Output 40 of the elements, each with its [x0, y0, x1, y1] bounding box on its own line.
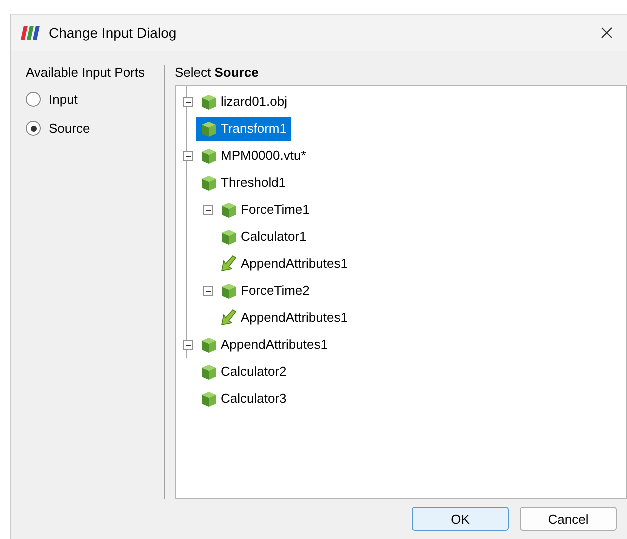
radio-button[interactable] — [26, 92, 41, 107]
collapse-icon[interactable] — [183, 96, 193, 106]
tree-item[interactable]: AppendAttributes1 — [216, 252, 352, 276]
collapse-icon[interactable] — [183, 150, 193, 160]
tree-item[interactable]: MPM0000.vtu* — [196, 144, 310, 168]
tree-item[interactable]: AppendAttributes1 — [216, 306, 352, 330]
tree-item[interactable]: ForceTime2 — [216, 278, 314, 302]
arrow-icon — [220, 254, 238, 272]
tree-heading: Select Source — [175, 65, 260, 82]
tree-item[interactable]: lizard01.obj — [196, 90, 292, 114]
collapse-icon[interactable] — [203, 286, 213, 296]
ports-label: Available Input Ports — [26, 65, 146, 82]
collapse-icon[interactable] — [183, 340, 193, 350]
cube-icon — [200, 120, 218, 138]
radio-label[interactable]: Input — [49, 92, 78, 107]
tree-item[interactable]: Calculator1 — [216, 224, 311, 248]
radio-label[interactable]: Source — [49, 121, 90, 136]
dialog-button[interactable]: Cancel — [520, 507, 617, 531]
window-title: Change Input Dialog — [49, 25, 178, 41]
cube-icon — [220, 282, 238, 300]
cube-icon — [200, 174, 218, 192]
dialog-button[interactable]: OK — [412, 507, 509, 531]
cube-icon — [200, 390, 218, 408]
tree-item[interactable]: Calculator3 — [196, 386, 291, 410]
cube-icon — [200, 362, 218, 380]
tree-item[interactable]: Calculator2 — [196, 360, 291, 384]
tree-item[interactable]: Transform1 — [196, 116, 291, 140]
cube-icon — [200, 146, 218, 164]
arrow-icon — [220, 308, 238, 326]
cube-icon — [200, 92, 218, 110]
cube-icon — [220, 200, 238, 218]
cube-icon — [220, 228, 238, 246]
tree-item[interactable]: Threshold1 — [196, 170, 290, 194]
tree-item[interactable]: AppendAttributes1 — [196, 332, 332, 356]
radio-button[interactable] — [26, 121, 41, 136]
app-logo-icon — [21, 26, 41, 40]
tree-item[interactable]: ForceTime1 — [216, 198, 314, 222]
close-icon[interactable] — [601, 27, 613, 39]
collapse-icon[interactable] — [203, 204, 213, 214]
cube-icon — [200, 336, 218, 354]
